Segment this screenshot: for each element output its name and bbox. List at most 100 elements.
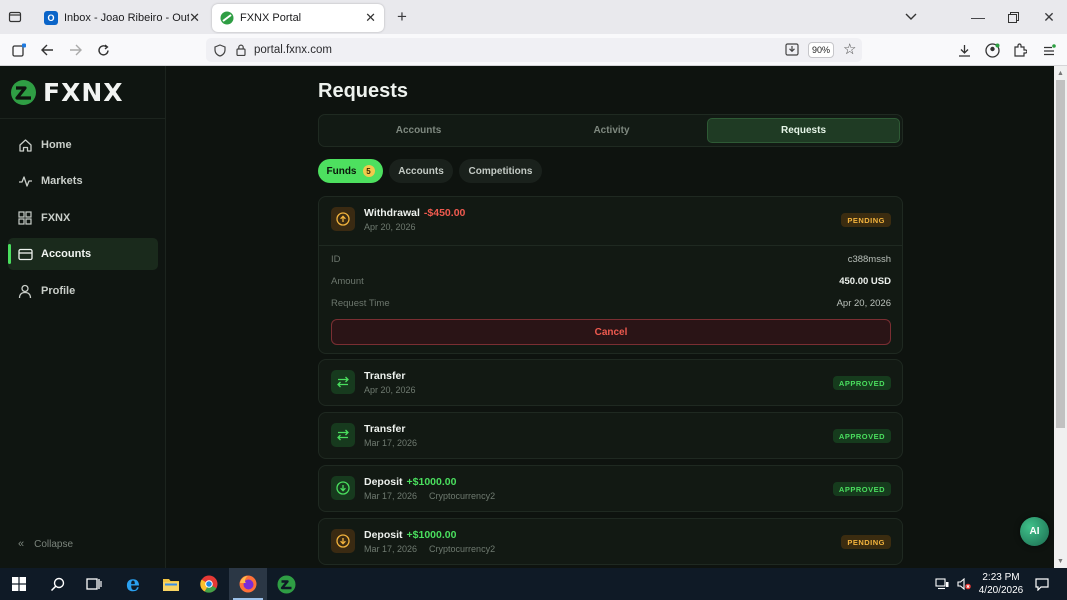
request-amount: +$1000.00	[406, 529, 457, 541]
chevron-down-icon[interactable]	[903, 8, 919, 26]
sidebar-item-markets[interactable]: Markets	[8, 165, 158, 197]
detail-amount: Amount 450.00 USD	[331, 276, 891, 290]
detail-label: Request Time	[331, 298, 390, 309]
browser-nav-bar: portal.fxnx.com ☆ 90%	[0, 34, 1067, 66]
request-card-deposit[interactable]: Deposit +$1000.00 Mar 17, 2026 Cryptocurre…	[318, 518, 903, 565]
volume-status[interactable]	[954, 568, 974, 600]
sidebar-item-home[interactable]: Home	[8, 129, 158, 161]
search-button[interactable]	[38, 568, 76, 600]
grid-icon	[17, 210, 33, 226]
deposit-arrow-down-icon	[331, 529, 355, 553]
system-clock[interactable]: 2:23 PM 4/20/2026	[974, 571, 1028, 597]
network-icon	[935, 578, 949, 590]
sidebar-item-profile[interactable]: Profile	[8, 275, 158, 307]
main-content: Requests Accounts Activity Requests Fund…	[318, 66, 904, 568]
notifications-button[interactable]	[1030, 568, 1054, 600]
filter-competitions[interactable]: Competitions	[459, 159, 542, 183]
detail-value: Apr 20, 2026	[836, 298, 891, 309]
scroll-down-icon[interactable]: ▼	[1054, 555, 1067, 567]
window-close-icon[interactable]: ✕	[1041, 8, 1057, 26]
new-tab-icon[interactable]: +	[394, 7, 410, 26]
network-status[interactable]	[932, 568, 952, 600]
request-title: Deposit +$1000.00	[364, 529, 456, 541]
request-header[interactable]: Transfer Apr 20, 2026 APPROVED	[331, 370, 891, 398]
request-date-line: Mar 17, 2026 Cryptocurrency2	[364, 544, 495, 554]
sidebar-item-label: Accounts	[41, 248, 92, 260]
close-icon[interactable]: ✕	[365, 10, 376, 26]
close-icon[interactable]: ✕	[189, 10, 200, 26]
bookmark-star-icon[interactable]: ☆	[843, 42, 856, 57]
request-type: Withdrawal	[364, 207, 420, 219]
request-header[interactable]: Deposit +$1000.00 Mar 17, 2026 Cryptocurre…	[331, 476, 891, 504]
edge-app[interactable]: e	[114, 568, 152, 600]
request-header[interactable]: Transfer Mar 17, 2026 APPROVED	[331, 423, 891, 451]
back-icon[interactable]	[38, 41, 56, 59]
task-view-button[interactable]	[75, 568, 113, 600]
forward-icon[interactable]	[66, 41, 84, 59]
minimize-icon[interactable]: —	[970, 8, 986, 26]
tab-requests[interactable]: Requests	[707, 118, 900, 143]
collapse-button[interactable]: « Collapse	[18, 538, 73, 550]
sidebar-toggle-icon[interactable]	[10, 41, 28, 59]
detail-id: ID c388mssh	[331, 254, 891, 268]
request-header[interactable]: Withdrawal -$450.00 Apr 20, 2026 PENDING	[331, 207, 891, 235]
tab-accounts[interactable]: Accounts	[322, 118, 515, 143]
tab-activity[interactable]: Activity	[515, 118, 708, 143]
page-save-icon[interactable]	[785, 43, 799, 56]
fxnx-logo[interactable]: FXNX	[10, 78, 124, 107]
downloads-icon[interactable]	[955, 41, 973, 59]
scroll-up-icon[interactable]: ▲	[1054, 67, 1067, 79]
double-chevron-left-icon: «	[18, 538, 25, 550]
home-icon	[17, 137, 33, 153]
menu-icon[interactable]	[1040, 41, 1058, 59]
clock-date: 4/20/2026	[978, 585, 1024, 596]
detail-value: 450.00 USD	[839, 276, 891, 287]
cancel-request-button[interactable]: Cancel	[331, 319, 891, 345]
page-scrollbar[interactable]: ▲ ▼	[1054, 66, 1067, 568]
shield-icon[interactable]	[214, 43, 226, 57]
filter-funds[interactable]: Funds 5	[318, 159, 383, 183]
filter-accounts[interactable]: Accounts	[389, 159, 453, 183]
request-method: Cryptocurrency2	[429, 491, 496, 501]
fxnx-app: FXNX Home Markets FXNX Accounts Profile …	[0, 66, 1054, 568]
sidebar-item-fxnx[interactable]: FXNX	[8, 202, 158, 234]
wallet-icon	[17, 246, 33, 262]
zoom-level[interactable]: 90%	[808, 42, 834, 58]
url-text: portal.fxnx.com	[254, 44, 332, 56]
detail-value: c388mssh	[847, 254, 891, 265]
sidebar-item-label: Markets	[41, 175, 83, 187]
start-button[interactable]	[0, 568, 38, 600]
request-header[interactable]: Deposit +$1000.00 Mar 17, 2026 Cryptocurre…	[331, 529, 891, 557]
ai-assistant-button[interactable]: AI	[1020, 517, 1049, 546]
sidebar-item-accounts[interactable]: Accounts	[8, 238, 158, 270]
file-explorer-app[interactable]	[152, 568, 190, 600]
request-card-withdrawal[interactable]: Withdrawal -$450.00 Apr 20, 2026 PENDING …	[318, 196, 903, 354]
volume-muted-icon	[957, 578, 971, 590]
account-icon[interactable]	[983, 41, 1001, 59]
request-method: Cryptocurrency2	[429, 544, 496, 554]
folder-icon	[162, 577, 180, 592]
divider	[319, 245, 902, 246]
request-card-transfer[interactable]: Transfer Apr 20, 2026 APPROVED	[318, 359, 903, 406]
firefox-app[interactable]	[229, 568, 267, 600]
internet-explorer-icon: e	[126, 571, 140, 597]
tab-label: Inbox - Joao Ribeiro - Outlook	[64, 12, 190, 24]
fxnx-icon	[220, 11, 234, 25]
reload-icon[interactable]	[94, 41, 112, 59]
fxnx-app-taskbar[interactable]	[267, 568, 305, 600]
extensions-icon[interactable]	[1011, 41, 1029, 59]
request-card-transfer[interactable]: Transfer Mar 17, 2026 APPROVED	[318, 412, 903, 459]
lock-icon[interactable]	[236, 44, 246, 56]
request-card-deposit[interactable]: Deposit +$1000.00 Mar 17, 2026 Cryptocurre…	[318, 465, 903, 512]
restore-icon[interactable]	[1005, 8, 1021, 26]
tab-list-icon[interactable]	[6, 8, 24, 26]
chrome-icon	[200, 575, 218, 593]
sidebar: FXNX Home Markets FXNX Accounts Profile …	[0, 66, 166, 568]
address-bar[interactable]: portal.fxnx.com ☆	[206, 38, 862, 62]
status-badge: PENDING	[841, 213, 891, 227]
scroll-thumb[interactable]	[1056, 80, 1065, 428]
tab-fxnx-portal[interactable]: FXNX Portal ✕	[212, 4, 384, 32]
firefox-icon	[239, 575, 257, 593]
chrome-app[interactable]	[190, 568, 228, 600]
tab-outlook[interactable]: O Inbox - Joao Ribeiro - Outlook ✕	[36, 4, 208, 32]
